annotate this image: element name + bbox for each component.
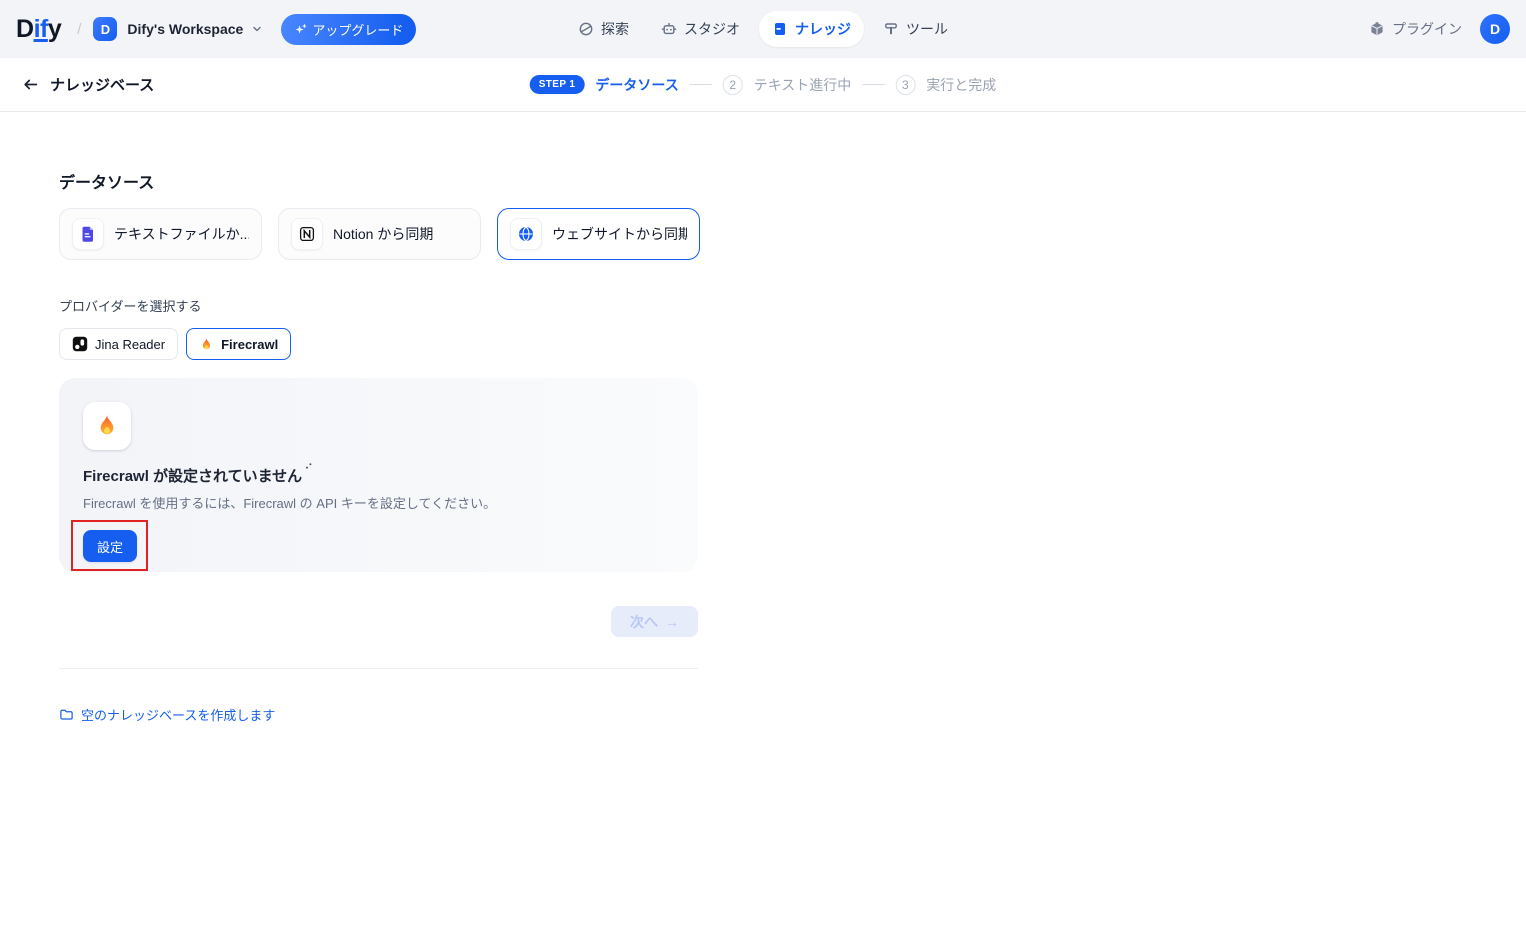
step2-label: テキスト進行中 [754, 75, 852, 95]
datasource-card-website[interactable]: ウェブサイトから同期 [497, 208, 700, 260]
create-empty-label: 空のナレッジベースを作成します [81, 705, 275, 724]
step-divider [690, 84, 712, 85]
globe-icon [510, 218, 542, 250]
jina-icon [72, 336, 88, 352]
datasource-cards: テキストファイルか... Notion から同期 ウェブサイトから同期 [59, 208, 1526, 260]
dify-logo[interactable]: Dify [16, 15, 61, 44]
explore-icon [578, 21, 594, 37]
folder-icon [59, 707, 74, 722]
hammer-tool-icon [883, 21, 899, 37]
nav-item-tools[interactable]: ツール [870, 11, 961, 47]
step3-label: 実行と完成 [926, 75, 996, 95]
file-document-icon [72, 218, 104, 250]
workspace-badge[interactable]: D [93, 17, 117, 41]
main-content: データソース テキストファイルか... Notion から同期 ウェブサイトから… [0, 112, 1526, 727]
plugins-button[interactable]: プラグイン [1369, 19, 1462, 39]
flame-icon [199, 337, 214, 352]
chevron-down-icon[interactable] [251, 23, 263, 35]
panel-title: Firecrawl が設定されていません [83, 465, 302, 486]
step-divider [862, 84, 884, 85]
nav-label: ツール [906, 19, 948, 39]
header-left: Dify / D Dify's Workspace アップグレード [16, 14, 416, 45]
section-divider [59, 668, 698, 669]
nav-item-explore[interactable]: 探索 [565, 11, 642, 47]
arrow-right-icon: → [665, 614, 679, 630]
firecrawl-flame-icon [83, 402, 131, 450]
header-right: プラグイン D [1369, 14, 1510, 44]
provider-label: Firecrawl [221, 337, 278, 352]
notion-icon [291, 218, 323, 250]
provider-jina-reader[interactable]: Jina Reader [59, 328, 178, 360]
sparkle-plus-icon [294, 23, 307, 36]
user-avatar[interactable]: D [1480, 14, 1510, 44]
create-empty-knowledge-link[interactable]: 空のナレッジベースを作成します [59, 705, 275, 724]
page-title: ナレッジベース [50, 74, 154, 95]
back-button[interactable] [18, 73, 42, 97]
datasource-card-label: ウェブサイトから同期 [552, 224, 687, 244]
page-subheader: ナレッジベース STEP 1 データソース 2 テキスト進行中 3 実行と完成 [0, 58, 1526, 112]
provider-section-title: プロバイダーを選択する [59, 296, 1526, 315]
book-icon [772, 21, 788, 37]
datasource-card-label: テキストファイルか... [114, 224, 249, 244]
provider-firecrawl[interactable]: Firecrawl [186, 328, 291, 360]
next-button[interactable]: 次へ → [611, 606, 698, 637]
step1-badge: STEP 1 [530, 75, 585, 94]
firecrawl-config-panel: Firecrawl が設定されていません Firecrawl を使用するには、F… [59, 378, 698, 572]
main-nav: 探索 スタジオ ナレッジ ツール [565, 11, 961, 47]
nav-label: スタジオ [684, 19, 740, 39]
robot-icon [661, 21, 677, 37]
nav-item-knowledge[interactable]: ナレッジ [759, 11, 864, 47]
upgrade-button[interactable]: アップグレード [281, 14, 416, 45]
datasource-card-label: Notion から同期 [333, 224, 433, 244]
logo-part: y [48, 15, 61, 44]
workspace-name[interactable]: Dify's Workspace [127, 21, 243, 37]
panel-title-row: Firecrawl が設定されていません [83, 465, 674, 486]
top-header: Dify / D Dify's Workspace アップグレード 探索 スタジ… [0, 0, 1526, 58]
step3-circle: 3 [895, 75, 915, 95]
logo-part: if [34, 15, 48, 44]
next-button-row: 次へ → [59, 606, 698, 637]
sparkle-decoration-icon [304, 461, 314, 471]
datasource-card-notion[interactable]: Notion から同期 [278, 208, 481, 260]
plugins-label: プラグイン [1392, 19, 1462, 39]
logo-part: D [16, 15, 34, 44]
step1-label: データソース [595, 75, 678, 95]
nav-item-studio[interactable]: スタジオ [648, 11, 753, 47]
upgrade-label: アップグレード [312, 20, 403, 39]
configure-button[interactable]: 設定 [83, 530, 137, 562]
nav-label: ナレッジ [795, 19, 851, 39]
next-label: 次へ [630, 612, 658, 632]
provider-label: Jina Reader [95, 337, 165, 352]
cube-icon [1369, 21, 1385, 37]
step2-circle: 2 [723, 75, 743, 95]
red-annotation-box: 設定 [71, 520, 148, 571]
panel-description: Firecrawl を使用するには、Firecrawl の API キーを設定し… [83, 493, 674, 512]
datasource-card-file[interactable]: テキストファイルか... [59, 208, 262, 260]
step-indicator: STEP 1 データソース 2 テキスト進行中 3 実行と完成 [530, 75, 997, 95]
nav-label: 探索 [601, 19, 629, 39]
breadcrumb-separator: / [77, 21, 81, 38]
datasource-section-title: データソース [59, 169, 1526, 193]
provider-buttons: Jina Reader Firecrawl [59, 328, 1526, 360]
